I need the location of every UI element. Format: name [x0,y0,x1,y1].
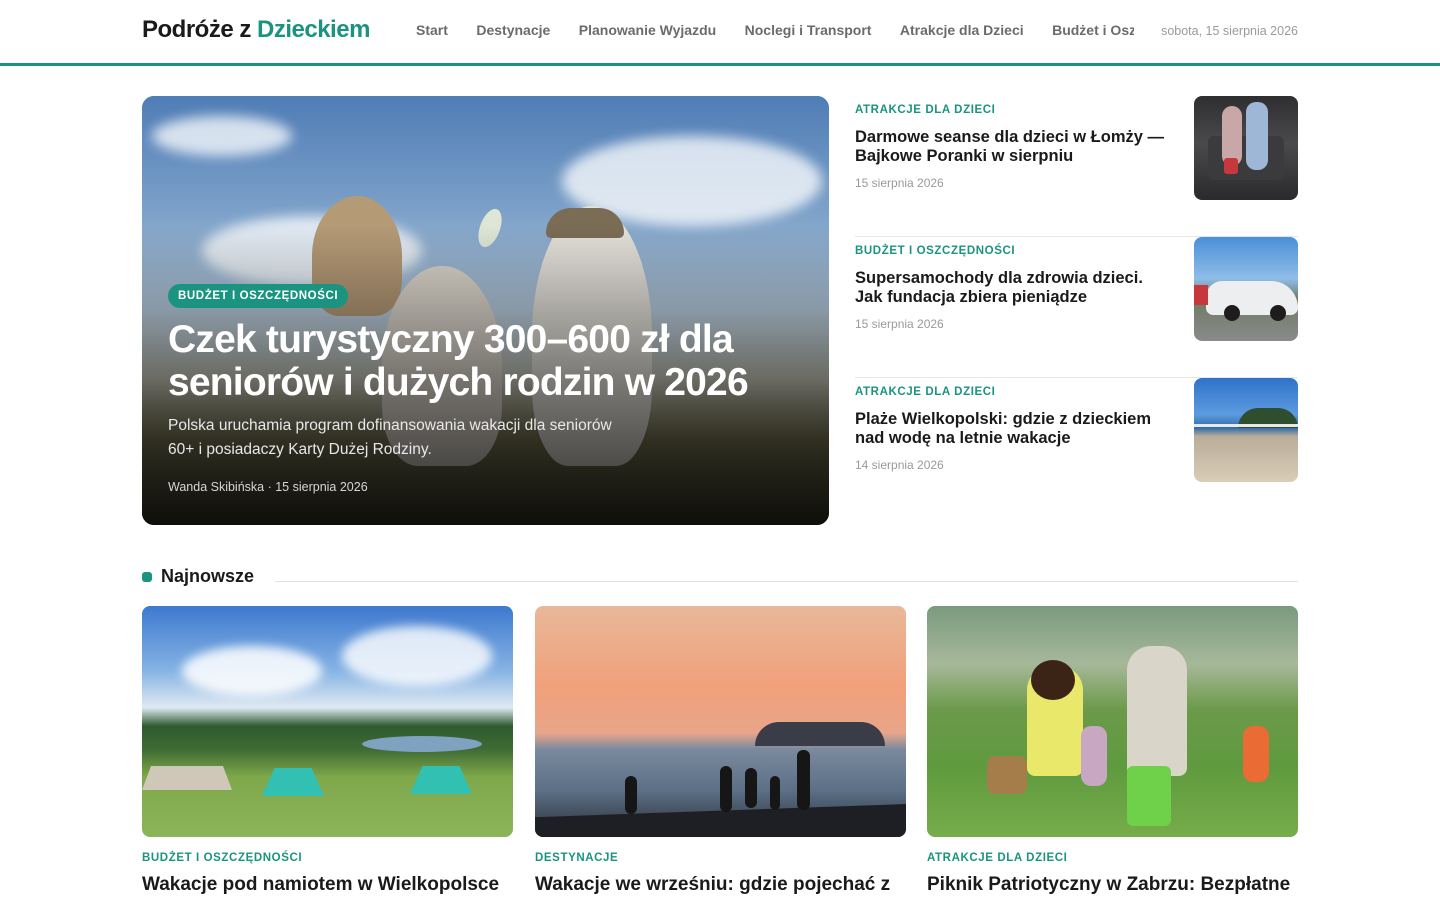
article-card[interactable]: BUDŻET I OSZCZĘDNOŚCI Wakacje pod namiot… [142,606,513,896]
nav-item-destynacje[interactable]: Destynacje [476,22,550,38]
image-picnic-basket [987,756,1027,794]
thumbnail-car-wheel [1224,305,1240,321]
side-article-thumbnail[interactable] [1194,237,1298,341]
current-date: sobota, 15 sierpnia 2026 [1161,24,1298,38]
main-nav: Start Destynacje Planowanie Wyjazdu Nocl… [416,22,1134,42]
hero-title[interactable]: Czek turystyczny 300–600 zł dla seniorów… [168,318,818,404]
logo-accent-text: Dzieckiem [257,16,370,43]
side-article-category[interactable]: ATRAKCJE DLA DZIECI [855,386,995,398]
nav-item-budzet-i-oszczednosci[interactable]: Budżet i Oszczędności [1052,22,1134,38]
side-article-date: 15 sierpnia 2026 [855,176,944,190]
image-island [755,722,885,746]
image-person-silhouette [797,750,810,810]
section-heading: Najnowsze [142,566,1298,588]
section-divider [275,581,1298,582]
section-marker [142,572,152,582]
image-person-silhouette [720,766,732,812]
image-cloud [182,646,322,696]
side-article-category[interactable]: BUDŻET I OSZCZĘDNOŚCI [855,245,1015,257]
side-article-date: 14 sierpnia 2026 [855,458,944,472]
hero-article[interactable]: BUDŻET I OSZCZĘDNOŚCI Czek turystyczny 3… [142,96,829,525]
nav-item-atrakcje-dla-dzieci[interactable]: Atrakcje dla Dzieci [900,22,1024,38]
image-tent [262,768,324,796]
side-article-title[interactable]: Darmowe seanse dla dzieci w Łomży — Bajk… [855,128,1175,166]
image-hair [1031,660,1075,700]
section-title: Najnowsze [161,566,255,586]
article-card-image[interactable] [535,606,906,837]
article-card-image[interactable] [142,606,513,837]
article-card-title[interactable]: Wakacje pod namiotem w Wielkopolsce [142,874,513,896]
thumbnail-car-wheel [1270,305,1286,321]
side-article-thumbnail[interactable] [1194,96,1298,200]
side-article-title[interactable]: Supersamochody dla zdrowia dzieci. Jak f… [855,269,1175,307]
hero-meta: Wanda Skibińska · 15 sierpnia 2026 [168,480,368,494]
article-card-category[interactable]: ATRAKCJE DLA DZIECI [927,852,1298,864]
side-article-date: 15 sierpnia 2026 [855,317,944,331]
site-logo[interactable]: Podróże z Dzieckiem [142,16,370,44]
image-person-father [1127,646,1187,776]
side-article-thumbnail[interactable] [1194,378,1298,482]
article-card-category[interactable]: BUDŻET I OSZCZĘDNOŚCI [142,852,513,864]
side-article-title[interactable]: Plaże Wielkopolski: gdzie z dzieckiem na… [855,410,1175,448]
image-person-silhouette [745,768,757,808]
thumbnail-pier [1194,424,1298,427]
nav-item-planowanie-wyjazdu[interactable]: Planowanie Wyjazdu [579,22,716,38]
side-article[interactable]: BUDŻET I OSZCZĘDNOŚCI Supersamochody dla… [855,237,1298,378]
site-header: Podróże z Dzieckiem Start Destynacje Pla… [0,0,1440,66]
image-cooler [1127,766,1171,826]
article-card-title[interactable]: Piknik Patriotyczny w Zabrzu: Bezpłatne [927,874,1298,896]
thumbnail-red-car [1194,285,1208,305]
side-article-list: ATRAKCJE DLA DZIECI Darmowe seanse dla d… [855,96,1298,519]
article-card-image[interactable] [927,606,1298,837]
image-child [1081,726,1107,786]
side-article[interactable]: ATRAKCJE DLA DZIECI Darmowe seanse dla d… [855,96,1298,237]
image-child [1243,726,1269,782]
image-cloud [342,626,492,686]
thumbnail-child [1222,106,1242,166]
thumbnail-popcorn [1224,158,1238,174]
image-lake [362,736,482,752]
article-card-title[interactable]: Wakacje we wrześniu: gdzie pojechać z [535,874,906,896]
thumbnail-child [1246,102,1268,170]
image-tent [142,766,232,790]
image-person-silhouette [770,776,780,810]
hero-lead: Polska uruchamia program dofinansowania … [168,417,612,458]
logo-text: Podróże z [142,16,251,43]
nav-item-noclegi-i-transport[interactable]: Noclegi i Transport [745,22,872,38]
article-card[interactable]: ATRAKCJE DLA DZIECI Piknik Patriotyczny … [927,606,1298,896]
side-article[interactable]: ATRAKCJE DLA DZIECI Plaże Wielkopolski: … [855,378,1298,519]
article-card[interactable]: DESTYNACJE Wakacje we wrześniu: gdzie po… [535,606,906,896]
article-card-category[interactable]: DESTYNACJE [535,852,906,864]
side-article-category[interactable]: ATRAKCJE DLA DZIECI [855,104,995,116]
image-person-silhouette [625,776,637,814]
image-tent [410,766,472,794]
hero-category-badge[interactable]: BUDŻET I OSZCZĘDNOŚCI [168,284,349,308]
nav-item-start[interactable]: Start [416,22,448,38]
